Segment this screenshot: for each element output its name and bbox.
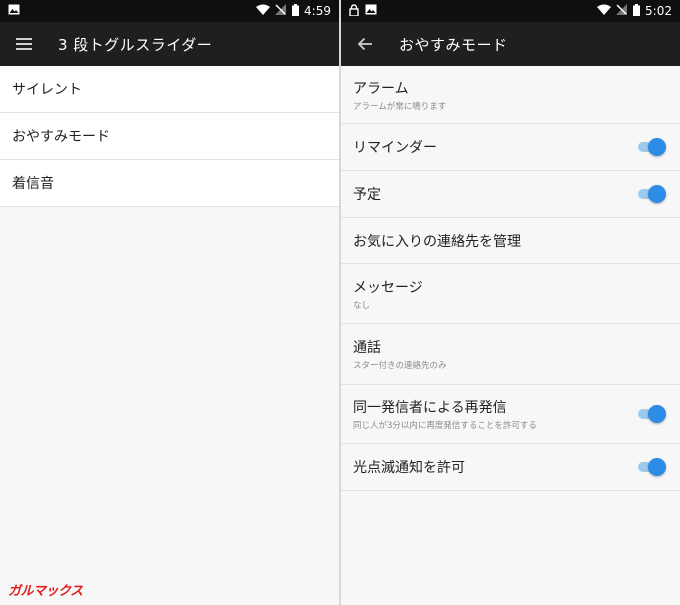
menu-icon[interactable] <box>2 22 46 66</box>
list-item-subtitle: アラームが常に鳴ります <box>353 101 447 112</box>
toggle-thumb <box>648 405 666 423</box>
toggle-thumb <box>648 138 666 156</box>
back-arrow-icon[interactable] <box>343 22 387 66</box>
list-item-do-not-disturb[interactable]: おやすみモード <box>0 113 339 160</box>
list-item-manage-favorites[interactable]: お気に入りの連絡先を管理 <box>341 218 680 264</box>
wifi-icon <box>256 4 271 18</box>
list-item-title: アラーム <box>353 80 409 97</box>
list-item-events[interactable]: 予定 <box>341 171 680 218</box>
list-item-calls[interactable]: 通話 スター付きの連絡先のみ <box>341 324 680 385</box>
list-item-silent[interactable]: サイレント <box>0 66 339 113</box>
watermark-logo: ガルマックス <box>8 584 83 599</box>
list-item-repeat-callers[interactable]: 同一発信者による再発信 同じ人が3分以内に再度発信することを許可する <box>341 385 680 444</box>
list-item-title: リマインダー <box>353 140 437 156</box>
list-item-label: サイレント <box>12 82 82 98</box>
screenshot-pair: 4:59 3 段トグルスライダー サイレント おやすみモード 着信音 ガルマック… <box>0 0 680 605</box>
page-title: おやすみモード <box>399 35 508 54</box>
lock-icon <box>349 3 359 19</box>
list-item-title: お気に入りの連絡先を管理 <box>353 233 521 250</box>
list-item-label: おやすみモード <box>12 129 110 145</box>
notification-light-toggle[interactable] <box>638 458 666 476</box>
list-item-notification-light[interactable]: 光点滅通知を許可 <box>341 444 680 491</box>
page-title: 3 段トグルスライダー <box>58 35 213 54</box>
no-signal-icon <box>275 4 287 18</box>
list-item-title: 予定 <box>353 187 381 203</box>
app-bar: おやすみモード <box>341 22 680 66</box>
wifi-icon <box>597 4 612 18</box>
list-item-messages[interactable]: メッセージ なし <box>341 264 680 324</box>
no-signal-icon <box>616 4 628 18</box>
list-item-label: 着信音 <box>12 176 54 192</box>
status-time: 4:59 <box>304 4 331 18</box>
list-item-subtitle: 同じ人が3分以内に再度発信することを許可する <box>353 421 537 431</box>
app-bar: 3 段トグルスライダー <box>0 22 339 66</box>
dnd-settings-list: アラーム アラームが常に鳴ります リマインダー 予定 お気に入りの連絡先を管理 … <box>341 66 680 491</box>
status-bar: 4:59 <box>0 0 339 22</box>
list-item-title: 光点滅通知を許可 <box>353 460 465 476</box>
list-item-title: 通話 <box>353 340 381 356</box>
battery-icon <box>292 3 300 19</box>
list-item-ringtone[interactable]: 着信音 <box>0 160 339 207</box>
settings-list: サイレント おやすみモード 着信音 <box>0 66 339 207</box>
list-item-title: 同一発信者による再発信 <box>353 400 507 416</box>
right-screen: 5:02 おやすみモード アラーム アラームが常に鳴ります リマインダー 予定 … <box>341 0 680 605</box>
list-item-title: メッセージ <box>353 279 423 296</box>
list-item-alarm[interactable]: アラーム アラームが常に鳴ります <box>341 66 680 124</box>
events-toggle[interactable] <box>638 185 666 203</box>
list-item-subtitle: なし <box>353 300 371 311</box>
battery-icon <box>633 3 641 19</box>
list-item-subtitle: スター付きの連絡先のみ <box>353 361 447 371</box>
image-notification-icon <box>8 4 20 18</box>
list-item-reminders[interactable]: リマインダー <box>341 124 680 171</box>
toggle-thumb <box>648 185 666 203</box>
status-bar: 5:02 <box>341 0 680 22</box>
reminders-toggle[interactable] <box>638 138 666 156</box>
status-time: 5:02 <box>645 4 672 18</box>
left-screen: 4:59 3 段トグルスライダー サイレント おやすみモード 着信音 ガルマック… <box>0 0 339 605</box>
image-notification-icon <box>365 4 377 18</box>
repeat-callers-toggle[interactable] <box>638 405 666 423</box>
toggle-thumb <box>648 458 666 476</box>
